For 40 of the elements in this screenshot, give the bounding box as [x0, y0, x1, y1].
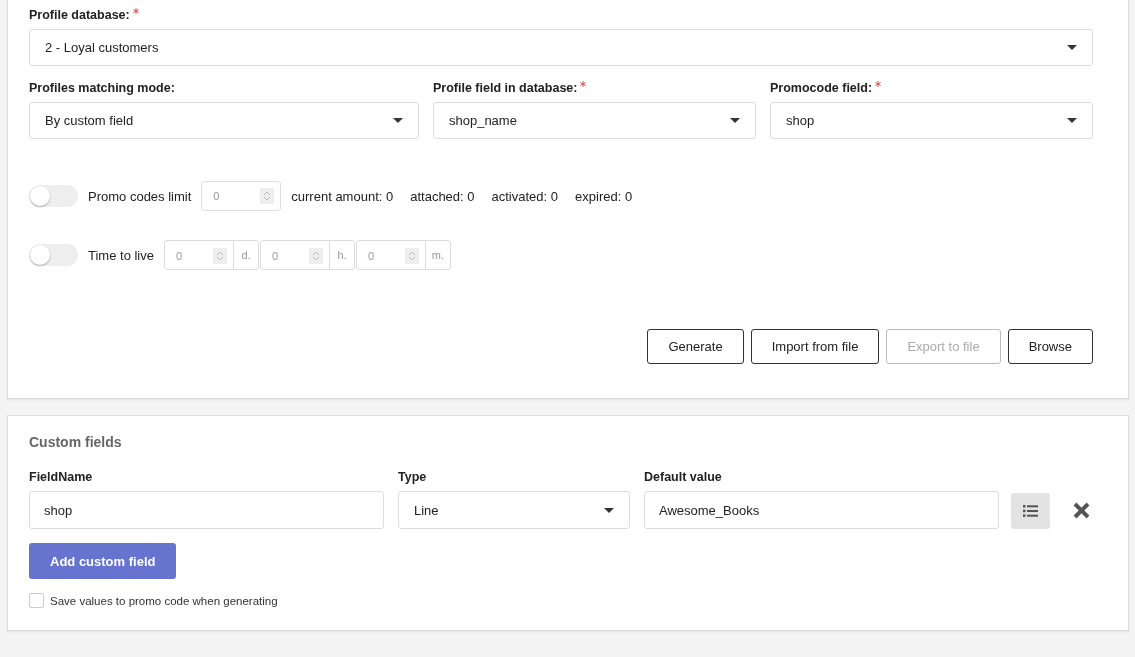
- column-label: Type: [398, 470, 427, 484]
- dropdown[interactable]: By custom field: [29, 102, 419, 139]
- checkbox-label: Save values to promo code when generating: [50, 594, 278, 607]
- unit-label: h.: [329, 241, 354, 269]
- unit-label: m.: [425, 241, 450, 269]
- stat-text: expired: 0: [575, 188, 633, 204]
- action-button[interactable]: Import from file: [750, 329, 880, 364]
- dropdown[interactable]: shop_name: [432, 102, 756, 139]
- field-label: Profile database:: [29, 8, 130, 22]
- field-label: Promocode field:: [770, 81, 873, 95]
- list-icon: [1023, 505, 1038, 517]
- caret-icon: [1067, 118, 1077, 123]
- caret-icon: [730, 118, 740, 123]
- dropdown[interactable]: Line: [398, 491, 630, 529]
- unit-label: d.: [233, 241, 258, 269]
- text-field[interactable]: shop: [29, 491, 384, 529]
- column-label: Default value: [644, 470, 722, 484]
- add-custom-field-button[interactable]: Add custom field: [29, 543, 177, 579]
- stat-text: attached: 0: [410, 188, 475, 204]
- caret-icon: [604, 507, 614, 513]
- text-field[interactable]: Awesome_Books: [644, 491, 999, 529]
- caret-icon: [392, 118, 403, 123]
- list-button[interactable]: [1011, 493, 1050, 529]
- stat-text: activated: 0: [491, 188, 559, 204]
- toggle-switch[interactable]: [29, 185, 78, 207]
- caret-icon: [1067, 45, 1077, 50]
- checkbox[interactable]: [29, 593, 44, 608]
- field-label: Profile field in database:: [432, 81, 578, 95]
- dropdown[interactable]: shop: [770, 102, 1093, 139]
- action-button[interactable]: Generate: [647, 329, 744, 364]
- close-icon[interactable]: [1072, 501, 1090, 519]
- section-title: Custom fields: [29, 434, 123, 450]
- toggle-switch[interactable]: [29, 244, 78, 266]
- toggle-label: Promo codes limit: [88, 188, 192, 204]
- toggle-label: Time to live: [88, 247, 154, 263]
- column-label: FieldName: [29, 470, 93, 484]
- action-button[interactable]: Browse: [1007, 329, 1093, 364]
- field-label: Profiles matching mode:: [29, 81, 175, 95]
- dropdown[interactable]: 2 - Loyal customers: [29, 29, 1093, 66]
- stat-text: current amount: 0: [291, 188, 394, 204]
